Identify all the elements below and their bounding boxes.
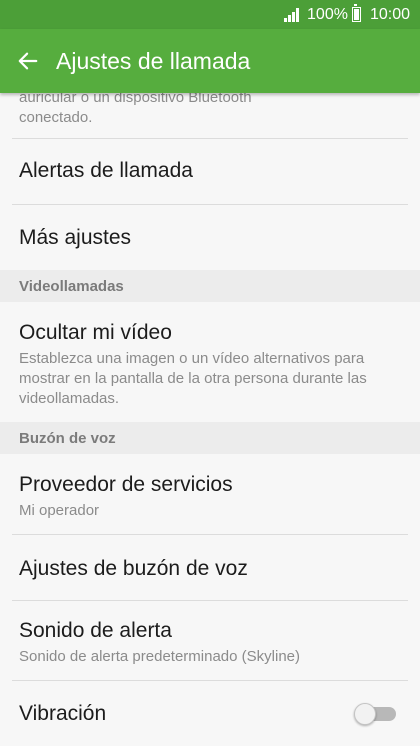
back-button[interactable] bbox=[0, 29, 56, 93]
section-header-videollamadas: Videollamadas bbox=[0, 270, 420, 302]
item-title: Sonido de alerta bbox=[19, 619, 172, 642]
list-item-alert-sound[interactable]: Sonido de alerta Sonido de alerta predet… bbox=[0, 619, 420, 667]
item-title: Vibración bbox=[19, 702, 107, 725]
app-bar: Ajustes de llamada bbox=[0, 29, 420, 93]
list-item-more-settings[interactable]: Más ajustes bbox=[0, 226, 420, 250]
divider bbox=[12, 600, 408, 601]
divider bbox=[12, 534, 408, 535]
item-description: Establezca una imagen o un vídeo alterna… bbox=[19, 350, 367, 407]
divider bbox=[12, 138, 408, 139]
clock: 10:00 bbox=[369, 5, 410, 23]
settings-list[interactable]: auricular o un dispositivo Bluetooth con… bbox=[0, 93, 420, 746]
item-title: Más ajustes bbox=[19, 226, 132, 249]
item-title: Proveedor de servicios bbox=[19, 473, 233, 496]
signal-icon bbox=[283, 7, 300, 22]
status-bar: 100% 10:00 bbox=[0, 0, 420, 29]
item-title: Ajustes de buzón de voz bbox=[19, 557, 248, 580]
list-item-partial[interactable]: auricular o un dispositivo Bluetooth con… bbox=[0, 93, 420, 128]
item-value: Sonido de alerta predeterminado (Skyline… bbox=[19, 648, 300, 665]
vibration-toggle[interactable] bbox=[354, 703, 398, 725]
list-item-hide-video[interactable]: Ocultar mi vídeo Establezca una imagen o… bbox=[0, 321, 420, 409]
list-item-voicemail-settings[interactable]: Ajustes de buzón de voz bbox=[0, 557, 420, 581]
page-title: Ajustes de llamada bbox=[56, 47, 251, 74]
section-header-buzon-de-voz: Buzón de voz bbox=[0, 422, 420, 454]
list-item-call-alerts[interactable]: Alertas de llamada bbox=[0, 159, 420, 183]
arrow-left-icon bbox=[18, 52, 38, 70]
item-value: Mi operador bbox=[19, 502, 100, 519]
battery-icon bbox=[351, 4, 361, 22]
divider bbox=[12, 204, 408, 205]
item-description: auricular o un dispositivo Bluetooth con… bbox=[19, 93, 252, 126]
item-title: Alertas de llamada bbox=[19, 159, 193, 182]
divider bbox=[12, 680, 408, 681]
list-item-service-provider[interactable]: Proveedor de servicios Mi operador bbox=[0, 473, 420, 521]
toggle-knob bbox=[354, 703, 376, 725]
item-title: Ocultar mi vídeo bbox=[19, 321, 172, 344]
battery-percent: 100% bbox=[307, 5, 348, 23]
